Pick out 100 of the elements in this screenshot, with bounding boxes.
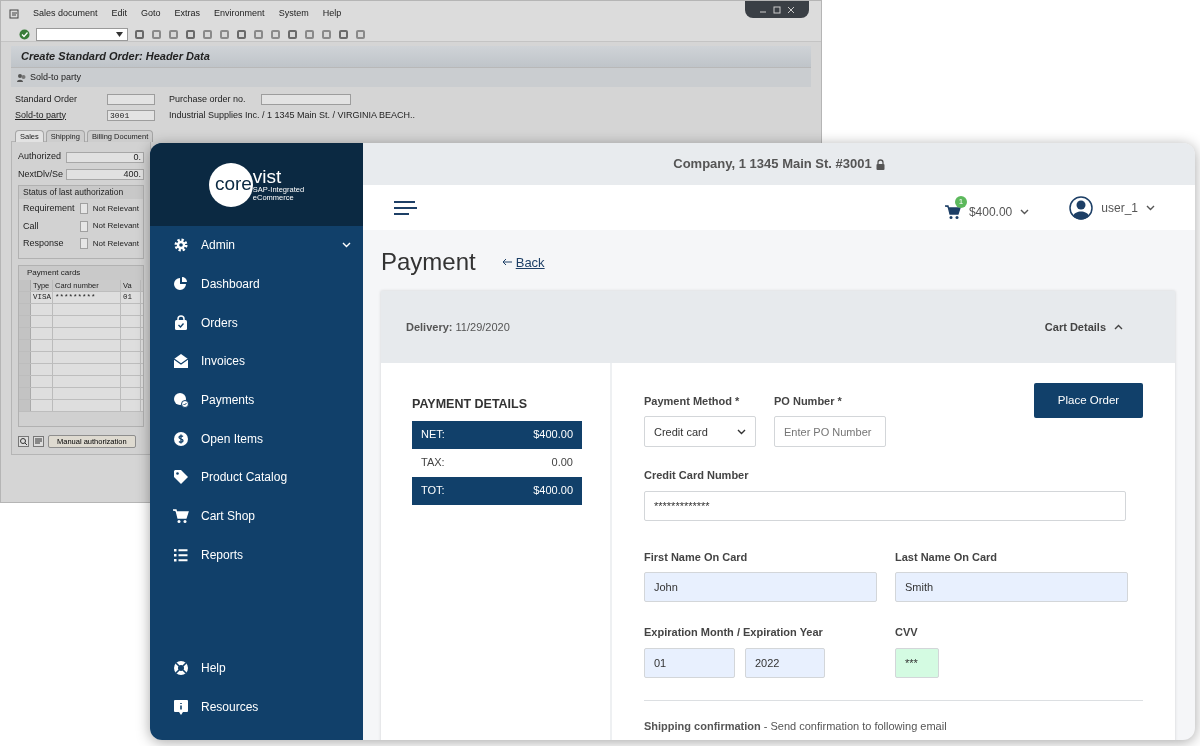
cart-icon — [173, 508, 189, 525]
menu-item[interactable]: Help — [322, 7, 342, 21]
total-value: $400.00 — [533, 483, 573, 499]
menu-item[interactable]: System — [278, 7, 309, 21]
input-field[interactable]: Smith — [895, 572, 1128, 603]
screen-title: Create Standard Order: Header Data — [11, 46, 811, 67]
help-icon — [173, 659, 189, 676]
field-label: Authorized — [18, 150, 63, 164]
place-order-button[interactable]: Place Order — [1034, 382, 1143, 418]
input-field[interactable]: *** — [895, 647, 939, 678]
caret-icon — [116, 31, 123, 37]
toolbar-icon[interactable] — [287, 28, 298, 40]
check-icon[interactable] — [19, 28, 30, 40]
group-title: Status of last authorization — [19, 186, 143, 199]
status-text: Not Relevant — [92, 202, 139, 215]
menu-item[interactable]: Goto — [141, 7, 161, 21]
total-label: NET: — [421, 427, 445, 443]
amount-field: 0. — [66, 151, 144, 163]
checkbox[interactable] — [80, 203, 88, 215]
input-field[interactable]: John — [644, 572, 877, 603]
checkbox[interactable] — [80, 220, 88, 232]
chevron-down-icon — [1146, 204, 1155, 211]
gear-icon — [173, 237, 189, 254]
tag-icon — [173, 469, 189, 486]
menu-item[interactable]: Extras — [174, 7, 201, 21]
toolbar-icon[interactable] — [270, 28, 281, 40]
toolbar-icon[interactable] — [134, 28, 145, 40]
row-selector[interactable] — [19, 315, 31, 327]
toolbar-button[interactable]: Sold-to party — [17, 70, 82, 84]
back-link[interactable]: Back — [501, 252, 545, 273]
window-controls[interactable] — [745, 1, 809, 18]
row-selector[interactable] — [19, 363, 31, 375]
row-selector[interactable] — [19, 291, 31, 303]
row-selector[interactable] — [19, 387, 31, 399]
sidebar-item[interactable]: Admin — [150, 226, 363, 265]
row-selector[interactable] — [19, 327, 31, 339]
zoom-icon[interactable] — [18, 435, 29, 447]
field-label[interactable]: Sold-to party — [15, 108, 107, 122]
sidebar-item[interactable]: Payments — [150, 380, 363, 420]
toolbar-icon[interactable] — [185, 28, 196, 40]
toolbar-icon[interactable] — [338, 28, 349, 40]
bag-icon — [173, 314, 189, 331]
delivery-date: Delivery: 11/29/2020 — [406, 319, 510, 335]
row-selector[interactable] — [19, 399, 31, 411]
toolbar-icon[interactable] — [202, 28, 213, 40]
details-icon[interactable] — [33, 435, 44, 447]
toolbar-icon[interactable] — [236, 28, 247, 40]
toolbar-icon[interactable] — [253, 28, 264, 40]
field-label: Credit Card Number — [644, 468, 750, 484]
sidebar-item[interactable]: Cart Shop — [150, 496, 363, 536]
field-label: Payment Method * — [644, 393, 741, 409]
payment-method-select[interactable]: Credit card — [644, 416, 756, 448]
toolbar-icon[interactable] — [355, 28, 366, 40]
lock-icon — [875, 158, 885, 170]
company-address: Company, 1 1345 Main St. #3001 — [673, 155, 872, 174]
sidebar-item[interactable]: Orders — [150, 303, 363, 343]
input-field[interactable]: 3001 — [107, 109, 155, 121]
toolbar-icon[interactable] — [151, 28, 162, 40]
maximize-icon[interactable] — [772, 4, 782, 15]
menu-item[interactable]: Sales document — [33, 7, 98, 21]
sidebar-item[interactable]: Open Items — [150, 419, 363, 459]
cart-details-toggle[interactable]: Cart Details — [1044, 318, 1123, 336]
row-selector[interactable] — [19, 351, 31, 363]
field-label: First Name On Card — [644, 549, 749, 565]
checkbox[interactable] — [80, 238, 88, 250]
row-selector[interactable] — [19, 339, 31, 351]
sidebar-item[interactable]: Product Catalog — [150, 458, 363, 497]
sidebar-item[interactable]: Reports — [150, 535, 363, 575]
menu-item[interactable]: Edit — [111, 7, 128, 21]
chevron-down-icon — [1020, 208, 1030, 215]
menu-item[interactable]: Environment — [214, 7, 265, 21]
input-field[interactable]: ************* — [644, 490, 1126, 521]
envelope-icon — [173, 353, 189, 370]
command-field[interactable] — [36, 27, 128, 41]
sidebar-item[interactable]: Dashboard — [150, 264, 363, 304]
sidebar-item[interactable]: Resources — [150, 687, 363, 726]
toolbar-icon[interactable] — [321, 28, 332, 40]
cart-menu[interactable]: 1 $400.00 — [944, 194, 1030, 221]
input-field[interactable]: 2022 — [745, 647, 825, 678]
dollar-icon — [173, 430, 189, 447]
menu-icon[interactable] — [393, 199, 417, 216]
input-field[interactable]: Enter PO Number — [774, 416, 886, 448]
row-selector[interactable] — [19, 303, 31, 315]
avatar-icon — [1069, 195, 1094, 220]
row-selector[interactable] — [19, 375, 31, 387]
input-field[interactable] — [107, 94, 155, 106]
toolbar-icon[interactable] — [219, 28, 230, 40]
sidebar-item[interactable]: Help — [150, 648, 363, 688]
field-description: Industrial Supplies Inc. / 1 1345 Main St. / VIRGINIA BEACH.. — [169, 108, 416, 122]
pie-chart-icon — [173, 276, 189, 293]
toolbar-icon[interactable] — [168, 28, 179, 40]
sidebar-item[interactable]: Invoices — [150, 342, 363, 381]
input-field[interactable]: 01 — [644, 647, 735, 678]
toolbar-icon[interactable] — [304, 28, 315, 40]
input-field[interactable] — [261, 94, 351, 106]
select-all-button[interactable] — [19, 279, 31, 291]
close-icon[interactable] — [786, 4, 796, 15]
arrow-left-icon — [501, 258, 512, 267]
logo-mark: core — [208, 162, 253, 207]
user-menu[interactable]: user_1 — [1069, 195, 1155, 220]
